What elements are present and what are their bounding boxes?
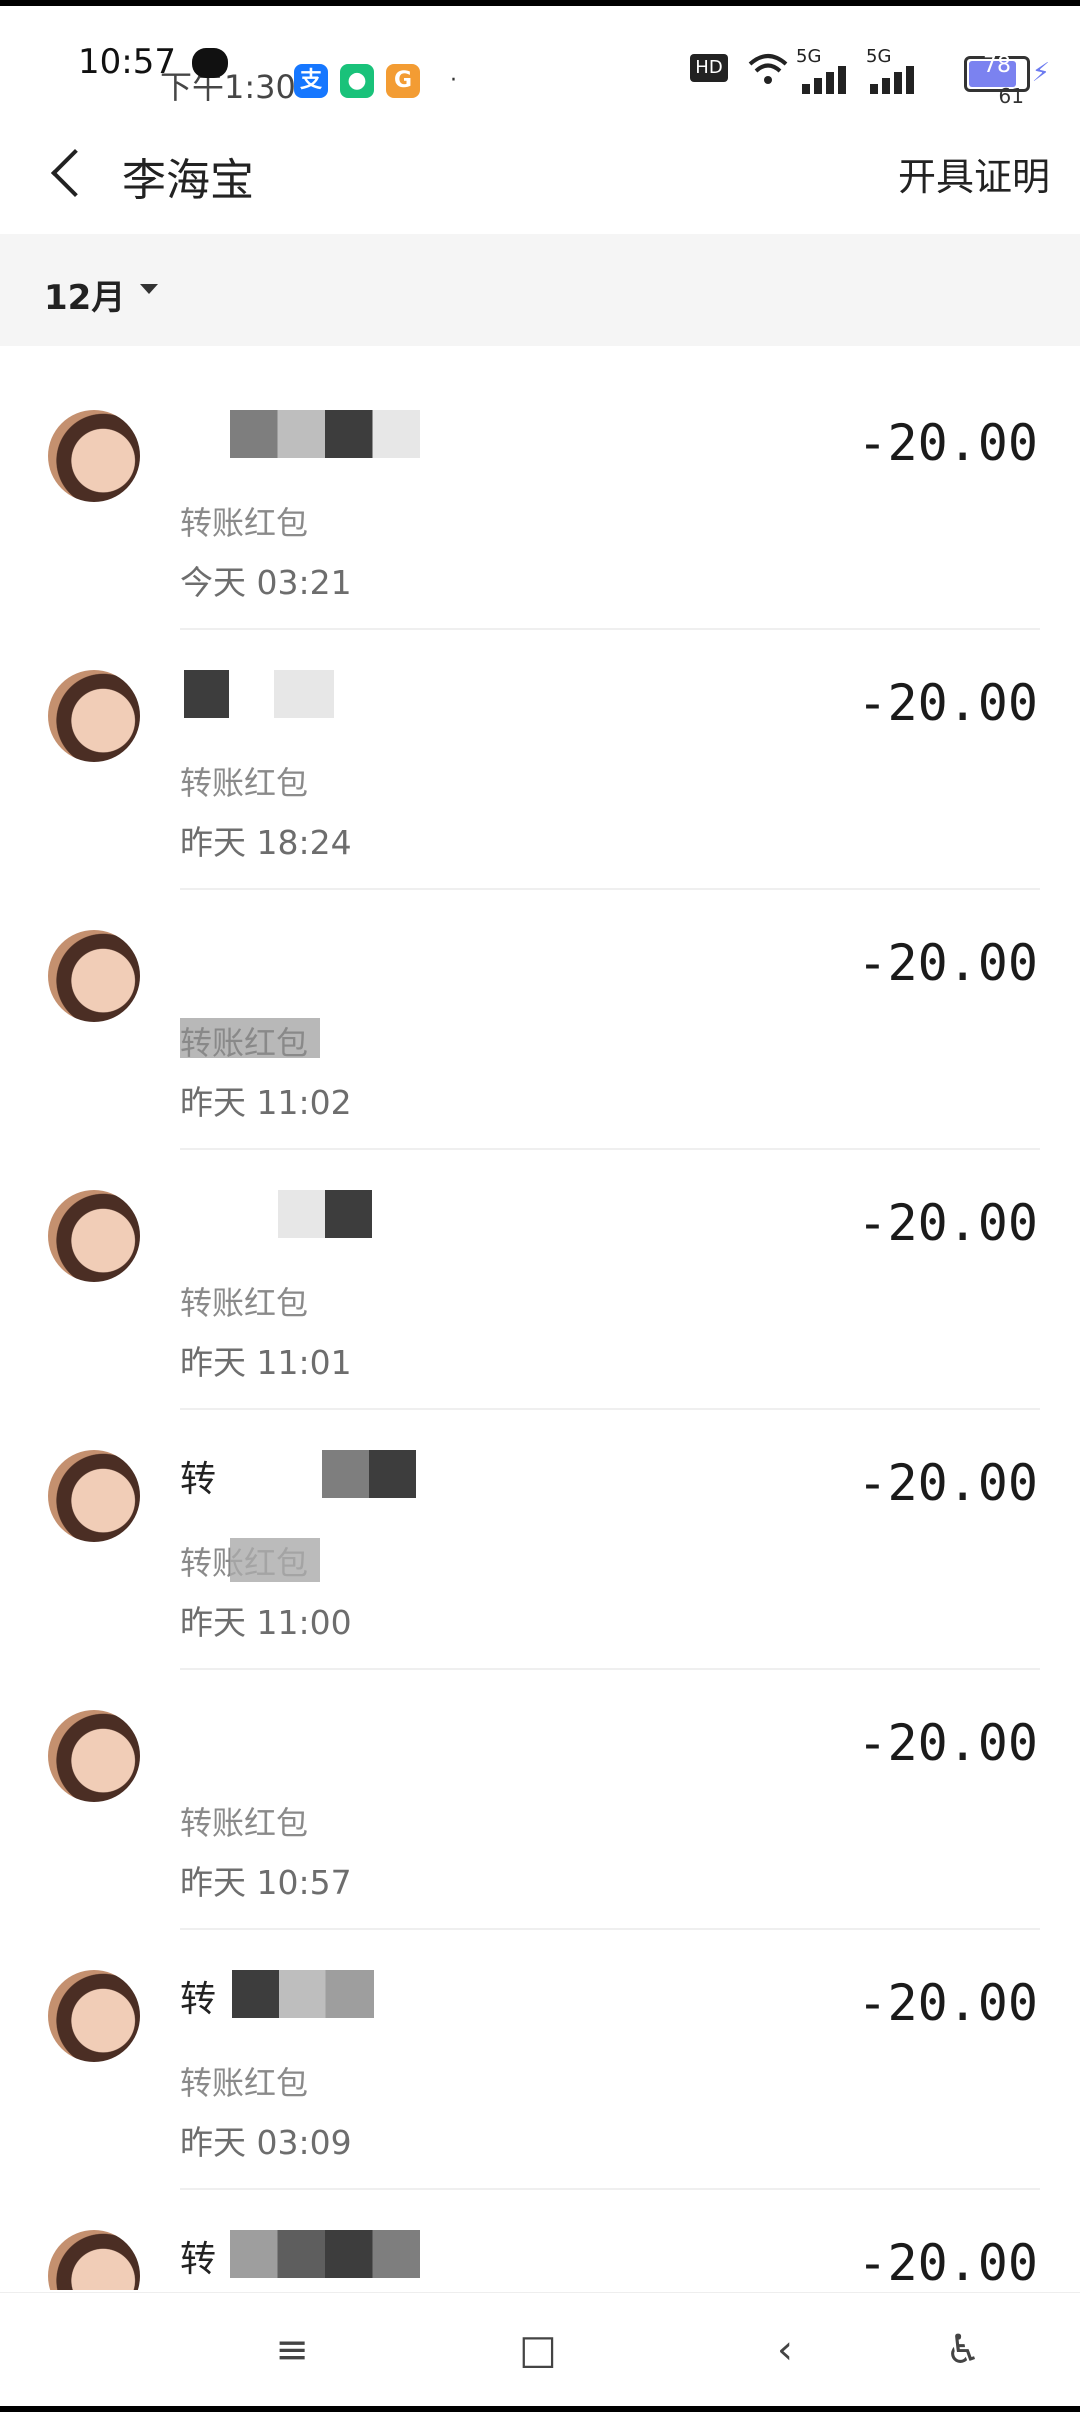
wechat-icon <box>192 48 228 78</box>
transaction-amount: -20.00 <box>857 2234 1038 2290</box>
back-nav-icon[interactable]: ‹ <box>750 2315 820 2385</box>
alipay-icon: 支 <box>294 64 328 98</box>
hd-badge: HD <box>690 54 728 82</box>
mosaic-blur <box>278 1190 372 1238</box>
list-item[interactable]: 转账红包 昨天 18:24 -20.00 <box>0 630 1080 890</box>
payee-name: 转 <box>180 1450 420 1500</box>
transaction-amount: -20.00 <box>857 414 1038 472</box>
status-bar: 10:57 下午1:30 支 ● G · HD 5G 5G 78 61 ⚡ <box>0 6 1080 124</box>
list-item[interactable]: 转账红包 昨天 11:01 -20.00 <box>0 1150 1080 1410</box>
avatar <box>48 1710 140 1802</box>
status-icons: HD 5G 5G 78 61 ⚡ <box>690 46 1050 108</box>
payee-name <box>180 930 420 980</box>
avatar <box>48 1450 140 1542</box>
wifi-icon <box>748 54 788 84</box>
transaction-type: 转账红包 <box>180 1018 320 1064</box>
payee-name <box>180 410 420 460</box>
transaction-amount: -20.00 <box>857 674 1038 732</box>
transaction-amount: -20.00 <box>857 934 1038 992</box>
list-item[interactable]: 转 转账红包 昨天 11:00 -20.00 <box>0 1410 1080 1670</box>
list-item[interactable]: 转账红包 昨天 10:57 -20.00 <box>0 1670 1080 1930</box>
month-filter-bar[interactable]: 12月 <box>0 234 1080 346</box>
transaction-time: 昨天 10:57 <box>180 1863 352 1902</box>
transaction-time: 昨天 03:09 <box>180 2123 352 2162</box>
bottom-navigation: ≡ □ ‹ ♿ <box>0 2292 1080 2407</box>
avatar <box>48 1970 140 2062</box>
home-icon[interactable]: □ <box>503 2315 573 2385</box>
list-item[interactable]: 转账红包 昨天 11:02 -20.00 <box>0 890 1080 1150</box>
menu-icon[interactable]: ≡ <box>257 2315 327 2385</box>
transaction-time: 今天 03:21 <box>180 563 352 602</box>
transaction-time: 昨天 11:00 <box>180 1603 352 1642</box>
chevron-down-icon <box>140 284 158 294</box>
transaction-type: 转账红包 <box>180 1538 320 1584</box>
payee-name: 转 <box>180 2230 420 2280</box>
transaction-type: 转账红包 <box>180 1284 309 1322</box>
notification-dot: · <box>450 68 457 93</box>
transaction-amount: -20.00 <box>857 1454 1038 1512</box>
payee-name <box>180 1190 420 1240</box>
avatar <box>48 1190 140 1282</box>
avatar <box>48 2230 140 2290</box>
issue-certificate-button[interactable]: 开具证明 <box>898 146 1050 201</box>
transaction-time: 昨天 11:02 <box>180 1083 352 1122</box>
mosaic-blur <box>322 1450 416 1498</box>
avatar <box>48 410 140 502</box>
payee-name <box>180 1710 420 1760</box>
payee-name: 转 <box>180 1970 420 2020</box>
orange-app-icon: G <box>386 64 420 98</box>
page-title: 李海宝 <box>122 155 254 206</box>
avatar <box>48 670 140 762</box>
avatar <box>48 930 140 1022</box>
bottom-frame <box>0 2406 1080 2412</box>
mosaic-blur <box>184 670 334 718</box>
mosaic-blur <box>230 1538 320 1582</box>
charging-icon: ⚡ <box>1031 58 1050 88</box>
transaction-type: 转账红包 <box>180 764 309 802</box>
network-5g-label: 5G <box>796 46 822 67</box>
transaction-type: 转账红包 <box>180 2064 309 2102</box>
list-item[interactable]: 转 -20.00 <box>0 2190 1080 2290</box>
transaction-amount: -20.00 <box>857 1194 1038 1252</box>
transaction-type: 转账红包 <box>180 504 309 542</box>
list-item[interactable]: 转账红包 今天 03:21 -20.00 <box>0 370 1080 630</box>
battery-level: 78 <box>983 53 1011 78</box>
header: 李海宝 开具证明 <box>0 124 1080 234</box>
mosaic-blur <box>232 1970 374 2018</box>
list-item[interactable]: 转 转账红包 昨天 03:09 -20.00 <box>0 1930 1080 2190</box>
payee-name <box>180 670 420 720</box>
transaction-amount: -20.00 <box>857 1714 1038 1772</box>
status-time-secondary: 下午1:30 <box>160 68 296 106</box>
month-selector[interactable]: 12月 <box>44 270 125 319</box>
accessibility-icon[interactable]: ♿ <box>928 2315 998 2385</box>
transaction-amount: -20.00 <box>857 1974 1038 2032</box>
mosaic-blur <box>180 1018 320 1058</box>
shield-app-icon: ● <box>340 64 374 98</box>
back-button[interactable] <box>40 146 100 206</box>
battery-level-secondary: 61 <box>998 84 1024 108</box>
transaction-time: 昨天 18:24 <box>180 823 352 862</box>
mosaic-blur <box>230 410 420 458</box>
transaction-type: 转账红包 <box>180 1804 309 1842</box>
network-5g-label-2: 5G <box>866 46 892 67</box>
transaction-time: 昨天 11:01 <box>180 1343 352 1382</box>
transaction-list[interactable]: 转账红包 今天 03:21 -20.00 转账红包 昨天 18:24 -20.0… <box>0 370 1080 2290</box>
mosaic-blur <box>230 2230 420 2278</box>
